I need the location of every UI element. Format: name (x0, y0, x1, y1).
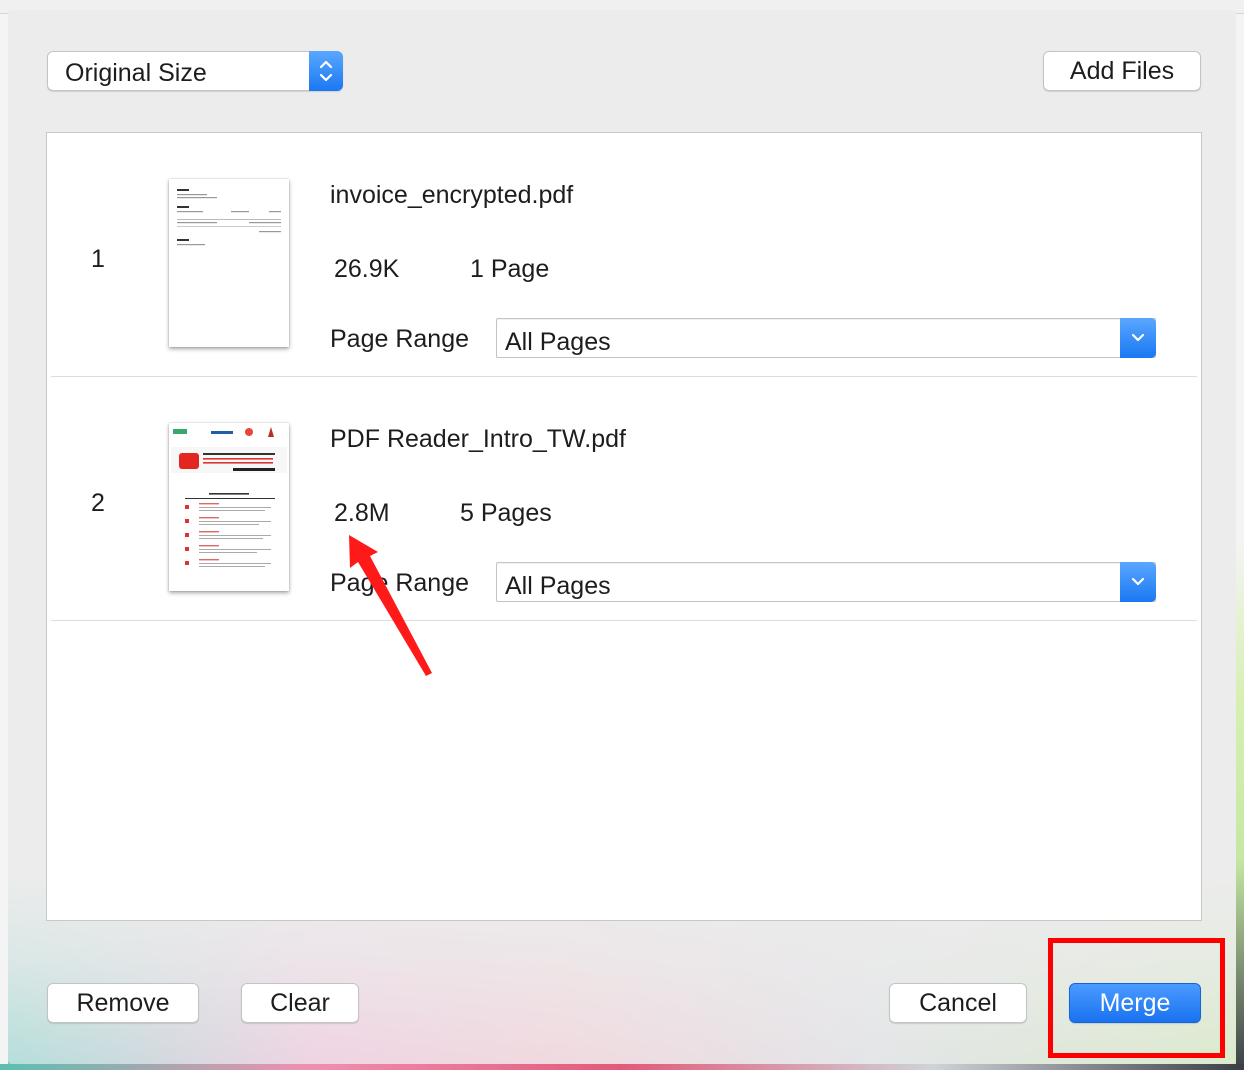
page-range-label: Page Range (330, 325, 470, 353)
file-list: 1 invoice_encrypted.pdf 26.9K 1 Page Pag… (46, 132, 1202, 921)
file-index: 2 (91, 489, 105, 517)
file-page-count: 1 Page (470, 255, 550, 283)
page-range-value: All Pages (505, 328, 611, 356)
merge-highlight-box (1048, 938, 1225, 1058)
background-desktop (0, 1064, 1244, 1070)
pdf-reader-brochure-thumbnail (169, 423, 289, 591)
page-range-select[interactable]: All Pages (496, 318, 1156, 358)
file-name: invoice_encrypted.pdf (330, 181, 574, 209)
cancel-button[interactable]: Cancel (889, 983, 1027, 1023)
add-files-button[interactable]: Add Files (1043, 51, 1201, 91)
file-size: 2.8M (334, 499, 390, 527)
merge-dialog: Original Size Add Files 1 invoice_encryp… (8, 10, 1236, 1064)
file-name: PDF Reader_Intro_TW.pdf (330, 425, 626, 453)
page-size-popup-value: Original Size (65, 59, 207, 87)
row-divider (51, 620, 1197, 621)
file-row[interactable]: 2 PDF Reader_Intro_TW.pdf 2.8M 5 Pages P… (47, 377, 1201, 621)
file-index: 1 (91, 245, 105, 273)
page-range-select[interactable]: All Pages (496, 562, 1156, 602)
file-page-count: 5 Pages (460, 499, 552, 527)
page-range-value: All Pages (505, 572, 611, 600)
background-window-right (1236, 14, 1244, 1070)
page-size-popup[interactable]: Original Size (47, 51, 343, 91)
file-size: 26.9K (334, 255, 400, 283)
page-range-label: Page Range (330, 569, 470, 597)
chevron-down-icon (1120, 562, 1156, 602)
clear-button[interactable]: Clear (241, 983, 359, 1023)
invoice-document-thumbnail (169, 179, 289, 347)
up-down-chevron-icon (309, 51, 343, 91)
remove-button[interactable]: Remove (47, 983, 199, 1023)
file-row[interactable]: 1 invoice_encrypted.pdf 26.9K 1 Page Pag… (47, 133, 1201, 377)
chevron-down-icon (1120, 318, 1156, 358)
background-window-left (0, 14, 8, 1070)
